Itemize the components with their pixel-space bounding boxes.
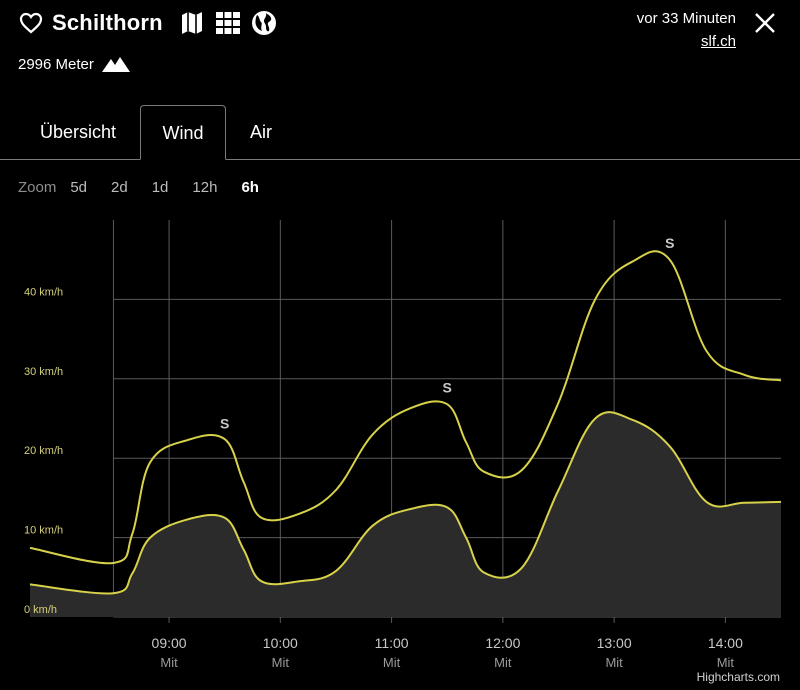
globe-icon[interactable] (251, 10, 277, 36)
x-tick-sublabel: Mit (494, 655, 512, 670)
y-tick-label: 10 km/h (24, 525, 63, 537)
altitude-text: 2996 Meter (18, 55, 94, 73)
x-tick-sublabel: Mit (272, 655, 290, 670)
heart-icon[interactable] (18, 10, 44, 36)
zoom-selector: Zoom 5d 2d 1d 12h 6h (18, 176, 283, 198)
x-tick-label: 12:00 (485, 635, 520, 651)
y-tick-label: 30 km/h (24, 366, 63, 378)
zoom-button-12h[interactable]: 12h (192, 179, 217, 196)
x-tick-sublabel: Mit (605, 655, 623, 670)
close-icon[interactable] (752, 10, 778, 36)
mean-area (30, 412, 781, 617)
last-updated: vor 33 Minuten (636, 10, 736, 27)
title-row: Schilthorn (18, 8, 287, 38)
mean-wind-area (30, 412, 781, 617)
zoom-button-2d[interactable]: 2d (111, 179, 128, 196)
tab-air[interactable]: Air (236, 105, 286, 159)
x-tick-label: 10:00 (263, 635, 298, 651)
grid-icon[interactable] (215, 10, 241, 36)
mountain-icon (101, 55, 130, 73)
tab-wind[interactable]: Wind (140, 105, 226, 160)
x-tick-sublabel: Mit (383, 655, 401, 670)
x-tick-label: 09:00 (152, 635, 187, 651)
wind-direction-label: S (443, 380, 452, 396)
x-tick-label: 11:00 (375, 635, 409, 651)
x-tick-sublabel: Mit (160, 655, 178, 670)
x-tick-label: 14:00 (708, 635, 743, 651)
tab-overview[interactable]: Übersicht (22, 105, 134, 159)
zoom-label: Zoom (18, 178, 57, 196)
zoom-button-1d[interactable]: 1d (152, 179, 169, 196)
wind-chart[interactable]: 0 km/h 10 km/h 20 km/h 30 km/h 40 km/h 09:00 M… (0, 205, 800, 670)
y-tick-label: 20 km/h (24, 445, 63, 457)
zoom-button-6h[interactable]: 6h (241, 179, 259, 196)
tab-bar: Übersicht Wind Air (0, 105, 800, 160)
station-header: Schilthorn 2996 Meter vor 33 Minuten slf… (0, 0, 800, 96)
y-tick-label: 0 km/h (24, 604, 57, 616)
x-tick-sublabel: Mit (717, 655, 735, 670)
wind-direction-label: S (220, 415, 229, 431)
zoom-button-5d[interactable]: 5d (70, 179, 87, 196)
source-link[interactable]: slf.ch (701, 33, 736, 50)
station-name: Schilthorn (52, 10, 163, 35)
map-icon[interactable] (179, 10, 205, 36)
highcharts-credits[interactable]: Highcharts.com (697, 670, 780, 684)
altitude-row: 2996 Meter (18, 55, 130, 73)
x-tick-label: 13:00 (597, 635, 632, 651)
y-tick-label: 40 km/h (24, 286, 63, 298)
wind-direction-label: S (665, 235, 674, 251)
